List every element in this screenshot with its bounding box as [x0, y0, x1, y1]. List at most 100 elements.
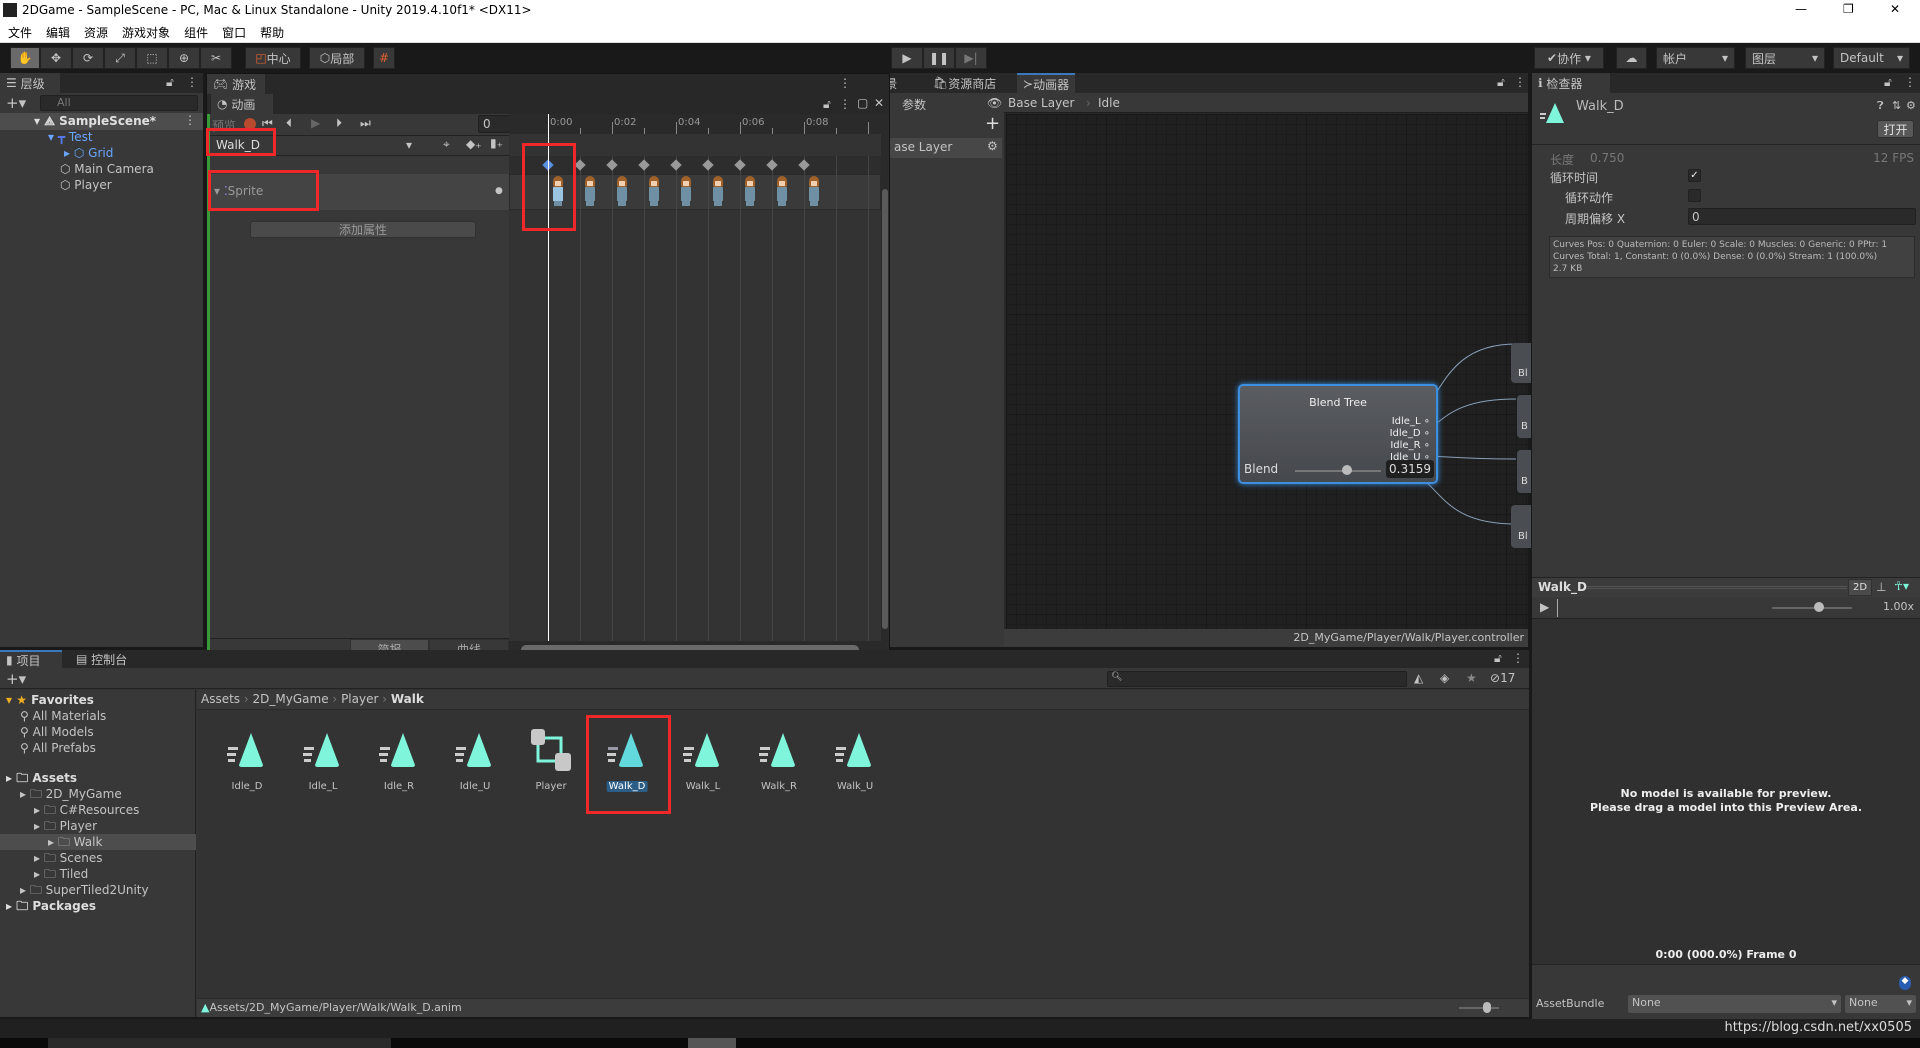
sprite-keyframe-thumbnail[interactable]	[807, 176, 821, 208]
asset-item[interactable]: Walk_U	[822, 723, 888, 803]
project-tree-item[interactable]: ⚲ All Materials	[0, 708, 196, 724]
maximize-icon[interactable]: ▢	[857, 96, 868, 110]
preview-area[interactable]: No model is available for preview. Pleas…	[1532, 619, 1920, 964]
help-icon[interactable]: ❓︎	[1877, 99, 1884, 113]
pause-button[interactable]: ❚❚	[923, 47, 955, 69]
more-icon[interactable]: ⋮	[839, 97, 851, 111]
avatar-icon[interactable]: ☥▾	[1894, 579, 1909, 593]
add-parameter-button[interactable]: +	[985, 113, 1000, 134]
favorites-star-icon[interactable]: ★	[1466, 671, 1477, 685]
loop-time-checkbox[interactable]: ✓	[1688, 169, 1701, 182]
menu-component[interactable]: 组件	[184, 26, 208, 40]
maximize-button[interactable]: ❐	[1843, 2, 1854, 16]
sprite-keyframe-thumbnail[interactable]	[743, 176, 757, 208]
add-keyframe-icon[interactable]: ◆₊	[466, 137, 482, 151]
next-frame-button[interactable]: ⏵	[336, 116, 342, 131]
pivot-center-button[interactable]: ◰ 中心	[245, 47, 301, 69]
transform-tool-icon[interactable]: ⊕	[168, 47, 200, 69]
cloud-icon[interactable]: ☁	[1616, 47, 1647, 69]
add-property-button[interactable]: 添加属性	[250, 221, 476, 238]
tab-game[interactable]: 🎮︎ 游戏	[207, 74, 265, 94]
sprite-keyframe-thumbnail[interactable]	[615, 176, 629, 208]
preview-scrubber[interactable]	[1557, 599, 1558, 617]
hidden-packages-toggle[interactable]: ⊘17	[1490, 671, 1515, 685]
open-button[interactable]: 打开	[1877, 120, 1914, 138]
close-icon[interactable]: ✕	[874, 96, 884, 110]
project-tree-item[interactable]: ▸ 🗀︎ Assets	[0, 770, 196, 786]
layers-dropdown[interactable]: 图层 ▾	[1745, 47, 1825, 69]
frame-field[interactable]: 0	[478, 115, 512, 133]
search-by-label-icon[interactable]: ◈	[1440, 671, 1449, 685]
keyframe-dot-icon[interactable]: ●	[495, 186, 503, 196]
sprite-keyframe-thumbnail[interactable]	[775, 176, 789, 208]
settings-icon[interactable]: ⚙	[1906, 99, 1916, 112]
project-tree-item[interactable]: ▸ 🗀︎ SuperTiled2Unity	[0, 882, 196, 898]
layout-dropdown[interactable]: Default ▾	[1833, 47, 1910, 69]
asset-item[interactable]: Idle_D	[214, 723, 280, 803]
more-icon[interactable]: ⋮	[1514, 75, 1526, 89]
project-tree-item[interactable]: ⚲ All Models	[0, 724, 196, 740]
child-node[interactable]: Bl	[1511, 505, 1531, 548]
close-button[interactable]: ✕	[1890, 2, 1900, 16]
menu-window[interactable]: 窗口	[222, 26, 246, 40]
asset-item[interactable]: Idle_U	[442, 723, 508, 803]
crumb-assets[interactable]: Assets	[201, 692, 240, 706]
tree-item-test[interactable]: ▾ ┳ Test	[48, 129, 93, 145]
more-icon[interactable]: ⋮	[1512, 651, 1524, 665]
add-event-icon[interactable]: ▮₊	[490, 136, 503, 150]
tab-parameters[interactable]: 参数	[902, 96, 926, 113]
asset-item[interactable]: Idle_L	[290, 723, 356, 803]
tab-project[interactable]: ▮ 项目	[0, 650, 62, 668]
hierarchy-search-input[interactable]: All	[40, 95, 198, 111]
tab-animator[interactable]: ≻ 动画器	[1017, 73, 1076, 93]
icon-size-knob[interactable]	[1483, 1002, 1491, 1013]
crumb-2d-mygame[interactable]: 2D_MyGame	[253, 692, 329, 706]
tree-item-scene[interactable]: ▾ ⟁ SampleScene*	[34, 113, 156, 129]
child-node[interactable]: Bl	[1511, 343, 1531, 383]
project-tree-item[interactable]: ⚲ All Prefabs	[0, 740, 196, 756]
lock-icon[interactable]: 🔓︎	[166, 75, 174, 90]
tab-console[interactable]: ▤ 控制台	[70, 650, 134, 668]
step-button[interactable]: ▶|	[955, 47, 987, 69]
blend-tree-node[interactable]: Blend Tree Idle_L ∘ Idle_D ∘ Idle_R ∘ Id…	[1238, 384, 1438, 484]
menu-file[interactable]: 文件	[8, 26, 32, 40]
sprite-keyframe-thumbnail[interactable]	[551, 176, 565, 208]
record-button[interactable]	[244, 118, 256, 130]
preview-2d-toggle[interactable]: 2D	[1848, 579, 1872, 596]
tab-hierarchy[interactable]: ☰ 层级	[0, 73, 60, 93]
tree-item-player[interactable]: ⬡ Player	[60, 177, 112, 193]
project-tree-item[interactable]: ▸ 🗀︎ C#Resources	[0, 802, 196, 818]
vertical-scrollbar[interactable]	[881, 114, 889, 659]
first-frame-button[interactable]: ⏮	[262, 116, 273, 131]
child-node[interactable]: B	[1517, 395, 1531, 438]
loop-pose-checkbox[interactable]	[1688, 189, 1701, 202]
menu-assets[interactable]: 资源	[84, 26, 108, 40]
preview-speed-slider[interactable]	[1772, 607, 1852, 609]
search-by-type-icon[interactable]: ◭	[1414, 671, 1423, 685]
lock-icon[interactable]: 🔓︎	[1497, 75, 1505, 90]
preview-button[interactable]: 预览	[212, 117, 236, 134]
tab-asset-store[interactable]: 🛍︎ 资源商店	[927, 73, 1003, 93]
project-tree-item[interactable]: ▸ 🗀︎ Scenes	[0, 850, 196, 866]
tree-item-main-camera[interactable]: ⬡ Main Camera	[60, 161, 154, 177]
more-icon[interactable]: ⋮	[839, 76, 851, 90]
sprite-keyframe-thumbnail[interactable]	[711, 176, 725, 208]
asset-label-icon[interactable]: ◆	[1899, 976, 1911, 990]
blend-value-field[interactable]: 0.3159	[1386, 460, 1434, 478]
lock-icon[interactable]: 🔓︎	[1884, 75, 1892, 90]
icon-size-slider[interactable]	[1459, 1007, 1499, 1009]
layer-settings-icon[interactable]: ⚙	[987, 139, 998, 153]
create-button[interactable]: +▾	[6, 94, 26, 112]
preset-icon[interactable]: ⇅	[1892, 99, 1901, 112]
sprite-keyframe-thumbnail[interactable]	[647, 176, 661, 208]
create-asset-button[interactable]: +▾	[6, 670, 26, 688]
project-tree-item[interactable]: ▸ 🗀︎ Packages	[0, 898, 196, 914]
clip-dropdown[interactable]: Walk_D	[216, 138, 260, 152]
menu-gameobject[interactable]: 游戏对象	[122, 26, 170, 40]
eye-icon[interactable]: 👁︎	[987, 96, 1002, 110]
project-tree-item[interactable]: ▸ 🗀︎ Player	[0, 818, 196, 834]
hand-tool-icon[interactable]: ✋	[10, 47, 40, 69]
project-tree-item[interactable]: ▸ 🗀︎ Tiled	[0, 866, 196, 882]
vertical-scrollbar-thumb[interactable]	[882, 189, 888, 629]
menu-help[interactable]: 帮助	[260, 26, 284, 40]
